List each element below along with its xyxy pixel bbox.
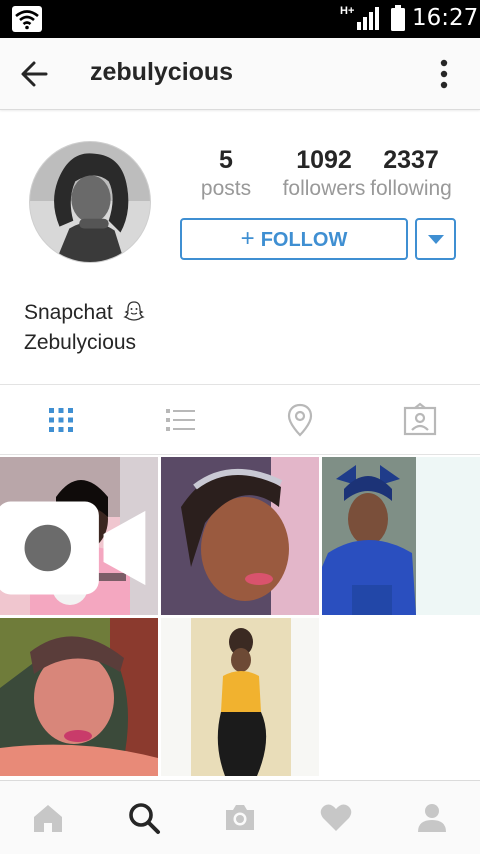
followers-label: followers: [282, 177, 366, 200]
nav-home[interactable]: [31, 801, 65, 835]
heart-icon: [320, 804, 352, 831]
app-bar: zebulycious: [0, 38, 480, 110]
follow-button[interactable]: + FOLLOW: [180, 218, 408, 260]
posts-count: 5: [219, 146, 233, 174]
nav-profile[interactable]: [415, 801, 449, 835]
following-label: following: [370, 177, 452, 200]
nav-camera[interactable]: [223, 801, 257, 835]
tab-tagged[interactable]: [400, 402, 440, 438]
list-icon: [166, 409, 195, 431]
tab-list[interactable]: [160, 402, 200, 438]
chevron-down-icon: [428, 235, 444, 244]
snapchat-ghost-icon: [122, 301, 145, 321]
nav-search[interactable]: [127, 801, 161, 835]
status-time: 16:27: [412, 5, 479, 31]
post-thumbnail[interactable]: [0, 618, 158, 776]
post-thumbnail[interactable]: [161, 457, 319, 615]
profile-username: zebulycious: [90, 58, 234, 86]
followers-count: 1092: [296, 146, 352, 174]
bio-line-1-text: Snapchat: [24, 301, 113, 324]
bottom-navigation: [0, 780, 480, 854]
more-options-icon[interactable]: [436, 58, 452, 90]
post-2-image: [161, 457, 319, 615]
tab-location[interactable]: [280, 402, 320, 438]
wifi-icon: [12, 6, 42, 32]
post-thumbnail[interactable]: [161, 618, 319, 776]
tab-grid[interactable]: [41, 402, 81, 438]
signal-icon: [357, 7, 379, 30]
suggestions-dropdown-button[interactable]: [415, 218, 456, 260]
following-count: 2337: [383, 146, 439, 174]
section-divider: [0, 384, 480, 385]
grid-icon: [49, 408, 73, 432]
location-pin-icon: [287, 403, 313, 437]
back-arrow-icon[interactable]: [20, 60, 48, 88]
video-icon: [0, 501, 146, 595]
profile-bio: Snapchat Zebulycious: [24, 298, 145, 358]
status-bar: H+ 16:27: [0, 0, 480, 38]
profile-icon: [418, 804, 446, 832]
post-4-image: [0, 618, 158, 776]
post-5-image: [161, 618, 319, 776]
post-thumbnail[interactable]: [0, 457, 158, 615]
bio-line-1: Snapchat: [24, 298, 145, 328]
post-3-image: [322, 457, 480, 615]
bio-line-2: Zebulycious: [24, 331, 137, 354]
camera-icon: [226, 805, 254, 830]
avatar-image: [30, 142, 150, 262]
search-icon: [129, 803, 160, 834]
plus-icon: +: [240, 225, 255, 252]
follow-label: FOLLOW: [260, 229, 348, 251]
network-type: H+: [340, 5, 355, 17]
followers-stat[interactable]: 1092 followers: [272, 145, 376, 201]
avatar[interactable]: [29, 141, 151, 263]
tabs-divider: [0, 454, 480, 455]
posts-stat: 5 posts: [194, 145, 258, 201]
nav-activity[interactable]: [319, 801, 353, 835]
home-icon: [34, 805, 62, 832]
battery-icon: [391, 5, 405, 31]
posts-label: posts: [200, 177, 252, 200]
tagged-photos-icon: [403, 402, 437, 436]
post-thumbnail[interactable]: [322, 457, 480, 615]
following-stat[interactable]: 2337 following: [366, 145, 456, 201]
